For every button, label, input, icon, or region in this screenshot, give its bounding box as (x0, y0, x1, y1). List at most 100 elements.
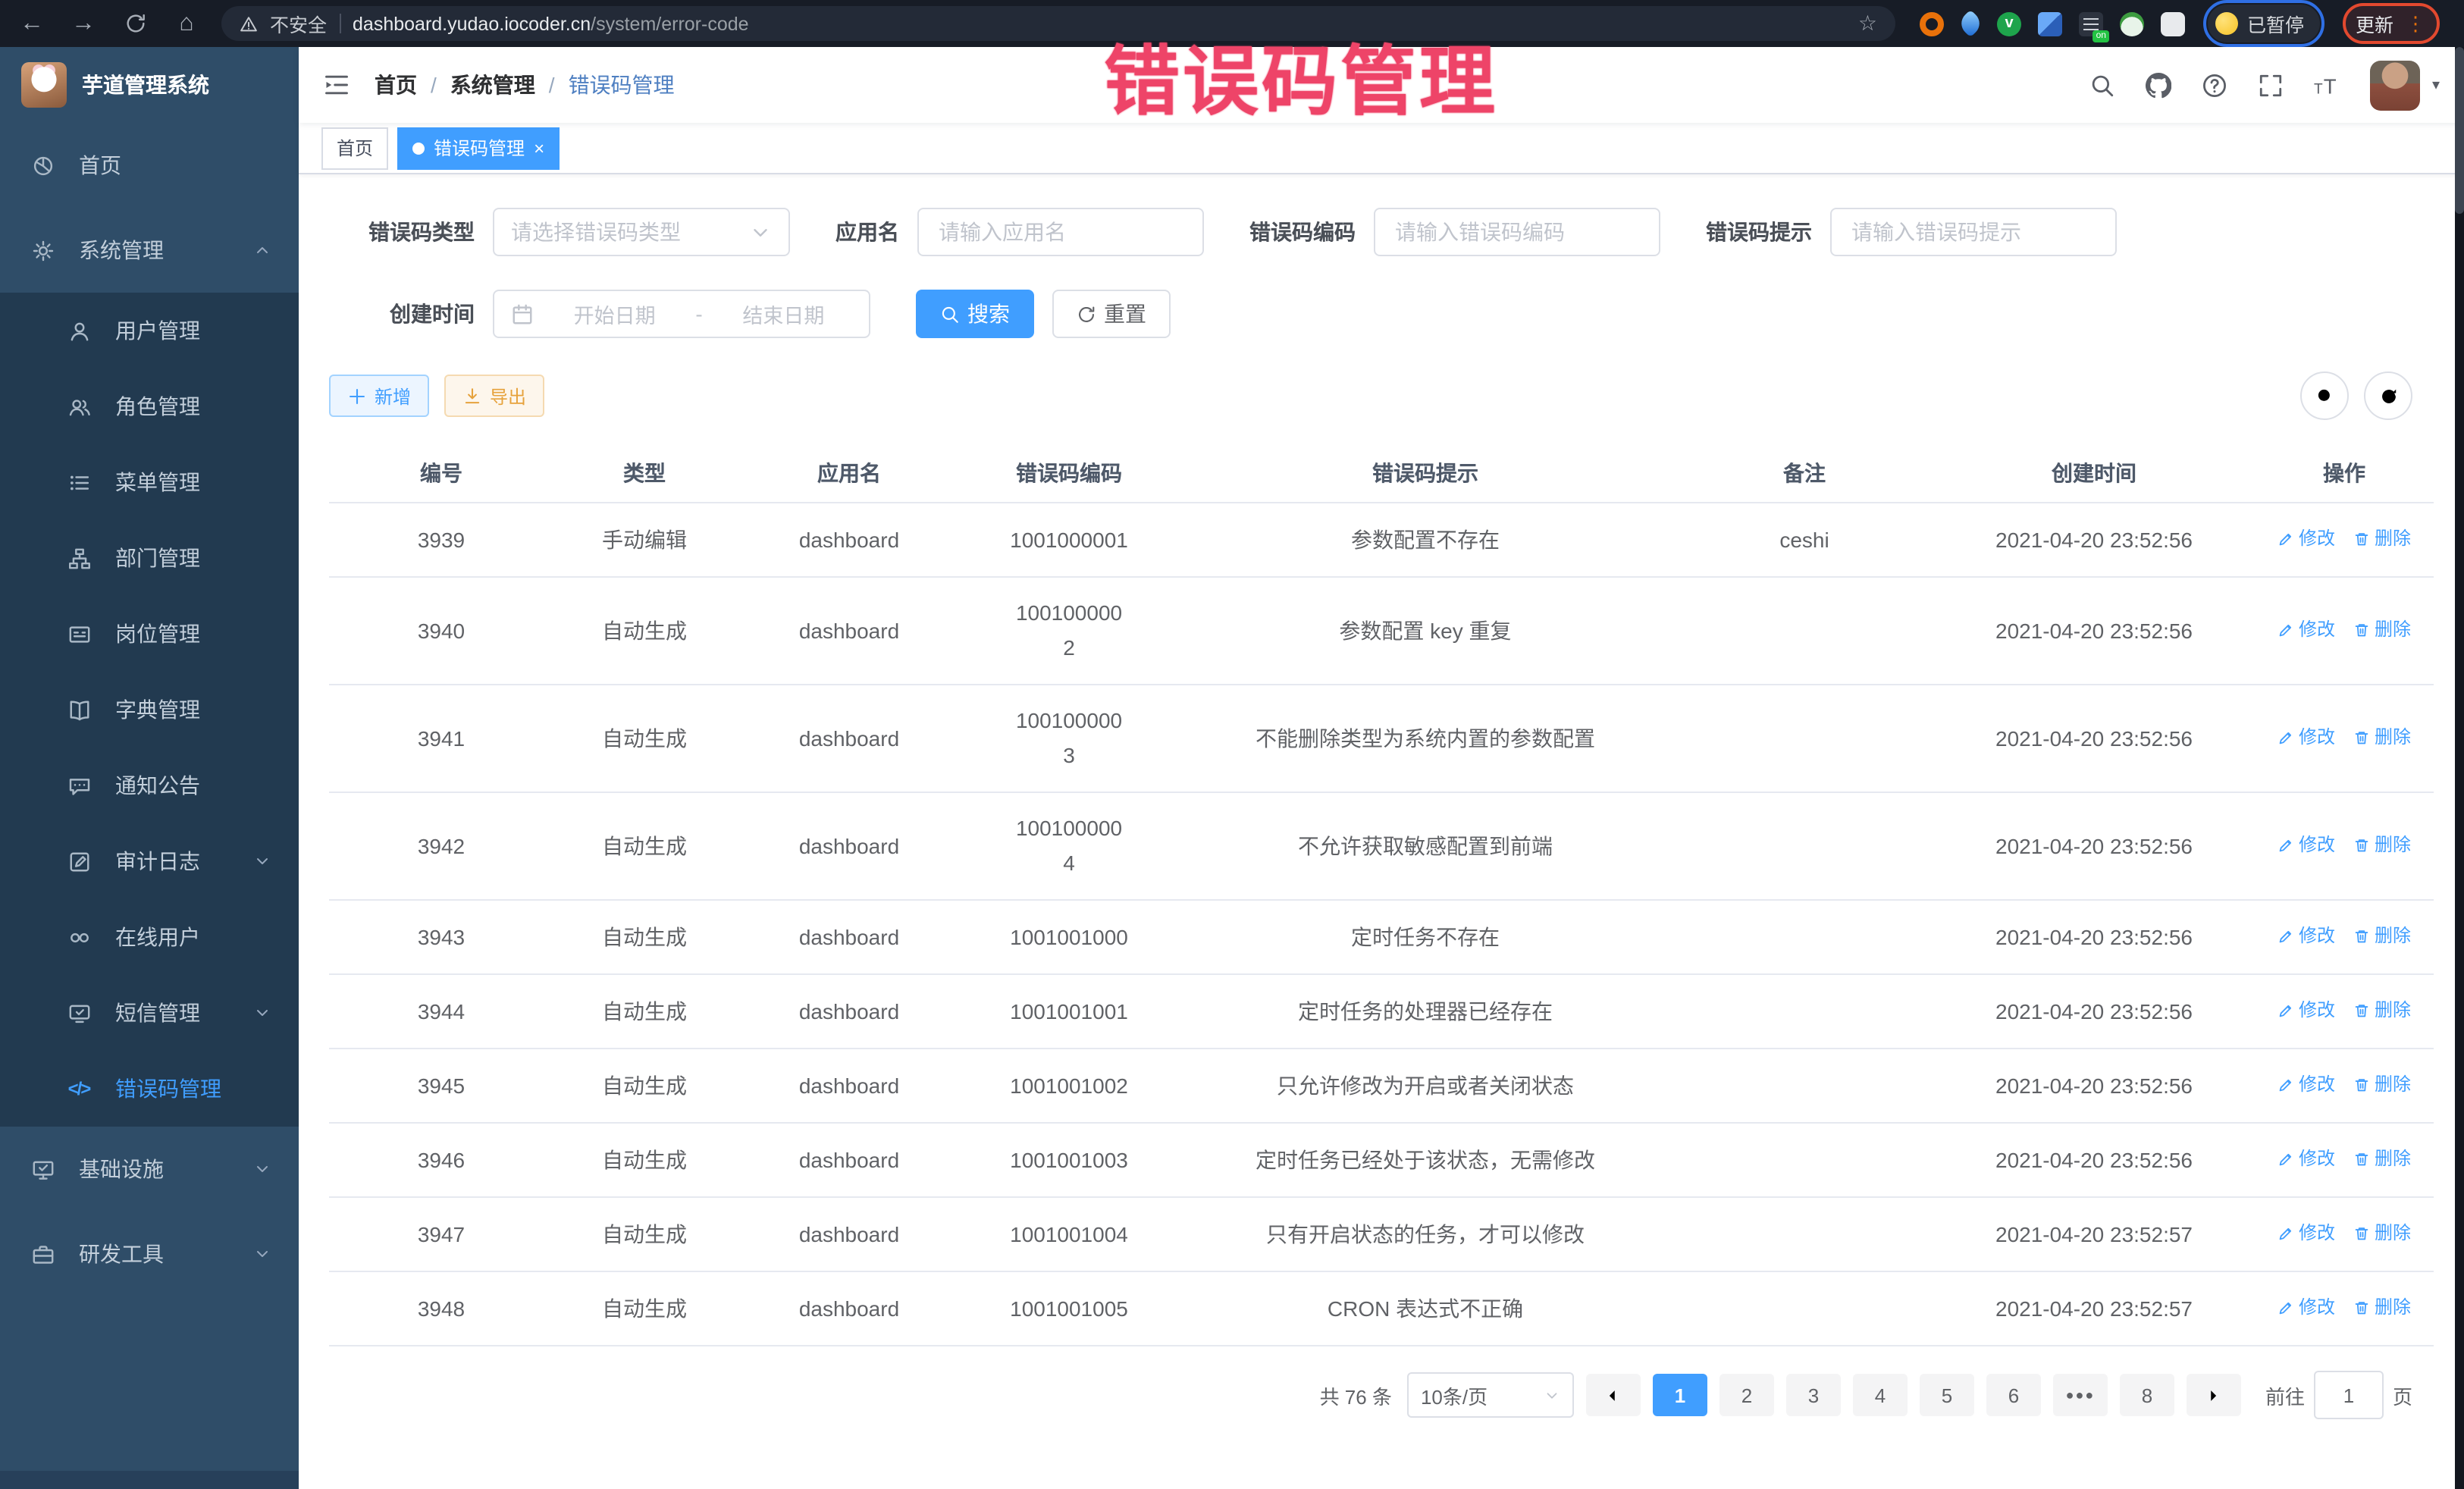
tab-close-icon[interactable]: × (534, 139, 544, 157)
refresh-table-icon-button[interactable] (2364, 371, 2412, 420)
next-page-button[interactable] (2187, 1374, 2241, 1416)
app-name-input[interactable] (936, 218, 1186, 246)
sidebar-item-home[interactable]: 首页 (0, 123, 299, 208)
add-button[interactable]: 新增 (329, 375, 429, 417)
svg-text:T: T (2314, 81, 2323, 97)
goto-page-input[interactable] (2314, 1371, 2384, 1419)
page-button[interactable]: 2 (1719, 1374, 1774, 1416)
delete-link[interactable]: 删除 (2353, 1290, 2411, 1325)
edit-link[interactable]: 修改 (2277, 720, 2335, 755)
browser-scrollbar[interactable] (2455, 47, 2464, 1489)
page-button[interactable]: 8 (2120, 1374, 2174, 1416)
fullscreen-icon[interactable] (2258, 72, 2284, 98)
export-button[interactable]: 导出 (444, 375, 544, 417)
id-cell: 3943 (329, 900, 553, 974)
edit-link[interactable]: 修改 (2277, 1216, 2335, 1251)
extension-plant-icon[interactable] (2120, 11, 2144, 36)
delete-link[interactable]: 删除 (2353, 1216, 2411, 1251)
delete-link[interactable]: 删除 (2353, 919, 2411, 954)
code-cell: 1001000004 (963, 792, 1175, 900)
extension-orange-ring-icon[interactable] (1920, 11, 1944, 36)
sidebar-item-system[interactable]: 系统管理 (0, 208, 299, 293)
table-row: 3942自动生成dashboard1001000004不允许获取敏感配置到前端2… (329, 792, 2434, 900)
prev-page-button[interactable] (1586, 1374, 1641, 1416)
delete-link[interactable]: 删除 (2353, 720, 2411, 755)
sidebar-item-departments[interactable]: 部门管理 (0, 520, 299, 596)
breadcrumb-home[interactable]: 首页 (375, 70, 417, 100)
edit-link[interactable]: 修改 (2277, 1067, 2335, 1102)
sidebar-item-audit-log[interactable]: 审计日志 (0, 823, 299, 899)
page-button[interactable]: 1 (1653, 1374, 1707, 1416)
sidebar-item-online-users[interactable]: 在线用户 (0, 899, 299, 975)
edit-link[interactable]: 修改 (2277, 1142, 2335, 1177)
bookmark-star-icon[interactable]: ☆ (1858, 11, 1877, 36)
edit-link[interactable]: 修改 (2277, 993, 2335, 1028)
delete-link[interactable]: 删除 (2353, 1142, 2411, 1177)
browser-back-icon[interactable]: ← (15, 10, 49, 37)
delete-link[interactable]: 删除 (2353, 1067, 2411, 1102)
page-size-select[interactable]: 10条/页 (1407, 1372, 1574, 1418)
trash-icon (2353, 1151, 2370, 1168)
sidebar-item-label: 短信管理 (115, 998, 200, 1028)
edit-link[interactable]: 修改 (2277, 919, 2335, 954)
main-area: 首页 / 系统管理 / 错误码管理 TT (299, 47, 2464, 1489)
sidebar-item-menus[interactable]: 菜单管理 (0, 444, 299, 520)
sidebar-item-notices[interactable]: 通知公告 (0, 748, 299, 823)
extensions-puzzle-icon[interactable] (2161, 11, 2185, 36)
table-toolbar: 新增 导出 (329, 371, 2434, 420)
edit-link[interactable]: 修改 (2277, 1290, 2335, 1325)
font-size-icon[interactable]: TT (2314, 72, 2340, 98)
edit-link[interactable]: 修改 (2277, 828, 2335, 863)
extension-grid-icon[interactable] (2038, 11, 2062, 36)
sidebar-item-dev-tools[interactable]: 研发工具 (0, 1212, 299, 1296)
delete-link[interactable]: 删除 (2353, 522, 2411, 556)
sidebar-item-infrastructure[interactable]: 基础设施 (0, 1127, 299, 1212)
more-pages-button[interactable]: ●●● (2053, 1374, 2108, 1416)
avatar-caret-down-icon[interactable]: ▾ (2432, 77, 2440, 93)
page-button[interactable]: 5 (1920, 1374, 1974, 1416)
user-avatar[interactable] (2370, 60, 2420, 110)
sidebar-item-positions[interactable]: 岗位管理 (0, 596, 299, 672)
help-icon[interactable] (2202, 72, 2227, 98)
sidebar-item-error-code[interactable]: </>错误码管理 (0, 1051, 299, 1127)
browser-forward-icon[interactable]: → (67, 10, 100, 37)
delete-link[interactable]: 删除 (2353, 613, 2411, 647)
browser-update-button[interactable]: 更新 (2356, 9, 2393, 38)
browser-reload-icon[interactable] (118, 12, 152, 35)
tab-error-code[interactable]: 错误码管理 × (397, 127, 560, 169)
reset-button[interactable]: 重置 (1052, 290, 1171, 338)
delete-link[interactable]: 删除 (2353, 828, 2411, 863)
browser-menu-dots-icon[interactable]: ⋮ (2406, 11, 2425, 36)
search-button[interactable]: 搜索 (916, 290, 1034, 338)
error-type-select[interactable]: 请选择错误码类型 (493, 208, 790, 256)
edit-link[interactable]: 修改 (2277, 522, 2335, 556)
page-button[interactable]: 6 (1986, 1374, 2041, 1416)
error-code-input[interactable] (1392, 218, 1642, 246)
extension-blue-drop-icon[interactable] (1957, 10, 1985, 38)
profile-paused-badge[interactable]: 已暂停 (2208, 5, 2319, 42)
extension-green-check-icon[interactable]: v (1997, 11, 2021, 36)
page-button[interactable]: 4 (1853, 1374, 1908, 1416)
error-msg-input[interactable] (1848, 218, 2099, 246)
page-button[interactable]: 3 (1786, 1374, 1841, 1416)
sidebar-item-roles[interactable]: 角色管理 (0, 368, 299, 444)
delete-link[interactable]: 删除 (2353, 993, 2411, 1028)
header-search-icon[interactable] (2089, 72, 2115, 98)
extension-list-on-icon[interactable]: on (2079, 11, 2103, 36)
sidebar-item-users[interactable]: 用户管理 (0, 293, 299, 368)
edit-link[interactable]: 修改 (2277, 613, 2335, 647)
scrollbar-thumb[interactable] (2455, 47, 2464, 214)
sidebar-item-dictionary[interactable]: 字典管理 (0, 672, 299, 748)
date-range-picker[interactable]: 开始日期 - 结束日期 (493, 290, 870, 338)
address-bar[interactable]: 不安全 dashboard.yudao.iocoder.cn/system/er… (221, 6, 1895, 41)
sidebar-item-label: 错误码管理 (115, 1074, 221, 1104)
github-icon[interactable] (2146, 72, 2171, 98)
sidebar-collapse-bar[interactable] (0, 1471, 299, 1489)
breadcrumb-system[interactable]: 系统管理 (450, 70, 535, 100)
sidebar-fold-icon[interactable] (323, 71, 350, 99)
filter-msg-label: 错误码提示 (1706, 217, 1812, 247)
sidebar-item-sms[interactable]: 短信管理 (0, 975, 299, 1051)
toggle-search-icon-button[interactable] (2300, 371, 2349, 420)
tab-home[interactable]: 首页 (321, 127, 388, 169)
browser-home-icon[interactable]: ⌂ (170, 10, 203, 37)
